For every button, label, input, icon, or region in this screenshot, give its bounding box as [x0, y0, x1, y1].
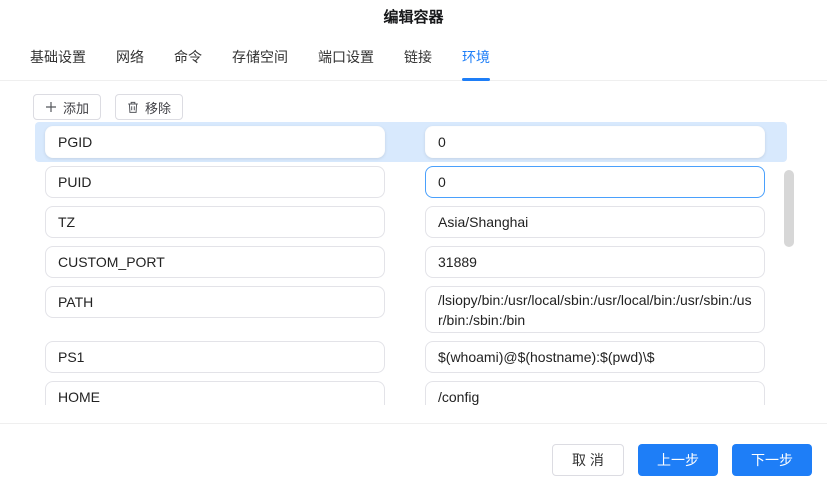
cancel-button[interactable]: 取 消: [552, 444, 624, 476]
env-key-input[interactable]: [45, 206, 385, 238]
env-value-input[interactable]: [425, 166, 765, 198]
env-key-input[interactable]: [45, 381, 385, 405]
env-value-input[interactable]: [425, 381, 765, 405]
prev-step-button[interactable]: 上一步: [638, 444, 718, 476]
env-list: [35, 122, 787, 405]
env-key-input[interactable]: [45, 286, 385, 318]
tab-network[interactable]: 网络: [116, 41, 144, 80]
add-env-label: 添加: [63, 100, 90, 116]
env-value-input[interactable]: [425, 286, 765, 333]
env-row[interactable]: [35, 242, 787, 282]
remove-env-button[interactable]: 移除: [115, 94, 184, 120]
env-key-input[interactable]: [45, 166, 385, 198]
env-key-input[interactable]: [45, 341, 385, 373]
env-row[interactable]: [35, 337, 787, 377]
env-value-input[interactable]: [425, 246, 765, 278]
footer-divider: [0, 423, 827, 424]
tab-storage[interactable]: 存储空间: [232, 41, 288, 80]
env-row[interactable]: [35, 377, 787, 405]
tab-ports[interactable]: 端口设置: [318, 41, 374, 80]
trash-icon: [127, 101, 139, 114]
footer: 取 消 上一步 下一步: [552, 444, 812, 476]
next-step-button[interactable]: 下一步: [732, 444, 812, 476]
plus-icon: [45, 101, 57, 113]
env-row[interactable]: [35, 202, 787, 242]
env-row[interactable]: [35, 162, 787, 202]
remove-env-label: 移除: [145, 100, 172, 116]
env-value-input[interactable]: [425, 341, 765, 373]
env-row[interactable]: [35, 122, 787, 162]
tab-basic[interactable]: 基础设置: [30, 41, 86, 80]
tab-command[interactable]: 命令: [174, 41, 202, 80]
env-key-input[interactable]: [45, 246, 385, 278]
toolbar: 添加 移除: [33, 94, 827, 120]
env-value-input[interactable]: [425, 126, 765, 158]
dialog-title: 编辑容器: [383, 9, 444, 26]
scrollbar-thumb[interactable]: [784, 170, 794, 247]
env-key-input[interactable]: [45, 126, 385, 158]
env-value-input[interactable]: [425, 206, 765, 238]
tab-env[interactable]: 环境: [462, 41, 490, 80]
add-env-button[interactable]: 添加: [33, 94, 102, 120]
env-row[interactable]: [35, 282, 787, 337]
tab-bar: 基础设置 网络 命令 存储空间 端口设置 链接 环境: [0, 41, 827, 81]
tab-links[interactable]: 链接: [404, 41, 432, 80]
